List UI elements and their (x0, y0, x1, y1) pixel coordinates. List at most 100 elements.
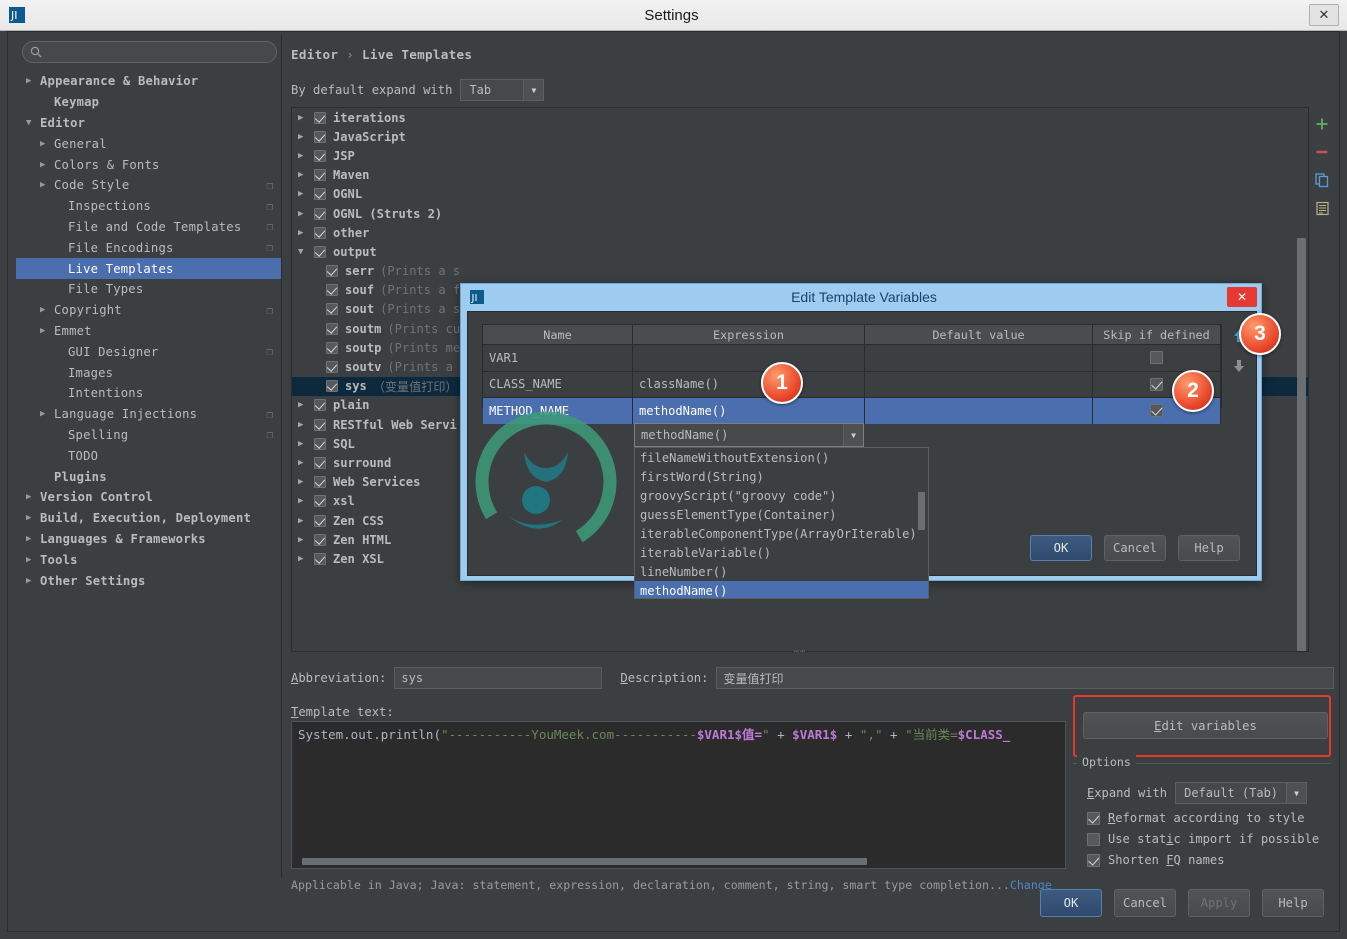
template-checkbox[interactable] (314, 419, 326, 431)
chevron-right-icon[interactable]: ▶ (298, 228, 314, 238)
sidebar-item-gui-designer[interactable]: GUI Designer❐ (16, 341, 281, 362)
sidebar-item-other-settings[interactable]: ▶Other Settings (16, 570, 281, 591)
template-checkbox[interactable] (314, 150, 326, 162)
chevron-right-icon[interactable]: ▶ (298, 400, 314, 410)
panel-splitter[interactable]: ⋯⋯ (291, 648, 1309, 656)
chevron-right-icon[interactable]: ▶ (298, 420, 314, 430)
template-checkbox[interactable] (314, 169, 326, 181)
variable-default-value[interactable] (865, 398, 1093, 424)
template-checkbox[interactable] (314, 246, 326, 258)
template-checkbox[interactable] (314, 515, 326, 527)
chevron-right-icon[interactable]: ▶ (26, 576, 40, 586)
dialog-ok-button[interactable]: OK (1030, 535, 1092, 561)
template-checkbox[interactable] (326, 342, 338, 354)
sidebar-item-languages-frameworks[interactable]: ▶Languages & Frameworks (16, 529, 281, 550)
chevron-right-icon[interactable]: ▶ (26, 555, 40, 565)
variable-name[interactable]: METHOD_NAME (483, 398, 633, 424)
template-checkbox[interactable] (326, 265, 338, 277)
copy-settings-icon[interactable]: ❐ (259, 200, 281, 213)
chevron-right-icon[interactable]: ▶ (298, 477, 314, 487)
template-checkbox[interactable] (314, 476, 326, 488)
help-button[interactable]: Help (1262, 889, 1324, 917)
sidebar-item-live-templates[interactable]: Live Templates (16, 258, 281, 279)
chevron-right-icon[interactable]: ▶ (298, 132, 314, 142)
remove-icon[interactable] (1313, 143, 1331, 161)
chevron-right-icon[interactable]: ▶ (298, 151, 314, 161)
chevron-right-icon[interactable]: ▶ (298, 496, 314, 506)
chevron-right-icon[interactable]: ▶ (40, 305, 54, 315)
chevron-right-icon[interactable]: ▶ (40, 180, 54, 190)
search-box[interactable] (22, 41, 277, 63)
dialog-cancel-button[interactable]: Cancel (1104, 535, 1166, 561)
abbreviation-input[interactable]: sys (394, 667, 602, 689)
template-checkbox[interactable] (326, 303, 338, 315)
skip-if-defined-checkbox[interactable] (1150, 378, 1163, 391)
ok-button[interactable]: OK (1040, 889, 1102, 917)
template-row[interactable]: serr(Prints a s (292, 262, 1308, 281)
description-input[interactable]: 变量值打印 (716, 667, 1334, 689)
template-row[interactable]: ▼output (292, 242, 1308, 261)
copy-settings-icon[interactable]: ❐ (259, 428, 281, 441)
sidebar-item-editor[interactable]: ▼Editor (16, 113, 281, 134)
sidebar-item-plugins[interactable]: Plugins (16, 466, 281, 487)
chevron-right-icon[interactable]: ▶ (40, 160, 54, 170)
template-checkbox[interactable] (314, 188, 326, 200)
sidebar-item-version-control[interactable]: ▶Version Control (16, 487, 281, 508)
template-row[interactable]: ▶iterations (292, 108, 1308, 127)
chevron-right-icon[interactable]: ▶ (298, 189, 314, 199)
chevron-down-icon[interactable]: ▼ (843, 424, 863, 446)
template-checkbox[interactable] (326, 380, 338, 392)
sidebar-item-inspections[interactable]: Inspections❐ (16, 196, 281, 217)
sidebar-item-file-encodings[interactable]: File Encodings❐ (16, 237, 281, 258)
sidebar-item-colors-fonts[interactable]: ▶Colors & Fonts (16, 154, 281, 175)
variable-default-value[interactable] (865, 345, 1093, 371)
sidebar-item-appearance-behavior[interactable]: ▶Appearance & Behavior (16, 71, 281, 92)
search-input[interactable] (47, 42, 267, 62)
template-row[interactable]: ▶Maven (292, 166, 1308, 185)
sidebar-item-tools[interactable]: ▶Tools (16, 549, 281, 570)
dropdown-scrollbar[interactable] (918, 492, 925, 530)
chevron-right-icon[interactable]: ▶ (298, 170, 314, 180)
dropdown-item[interactable]: fileNameWithoutExtension() (635, 448, 928, 467)
sidebar-item-keymap[interactable]: Keymap (16, 92, 281, 113)
template-checkbox[interactable] (314, 112, 326, 124)
document-icon[interactable] (1313, 199, 1331, 217)
template-checkbox[interactable] (314, 553, 326, 565)
skip-if-defined-checkbox[interactable] (1150, 351, 1163, 364)
dropdown-item[interactable]: iterableVariable() (635, 543, 928, 562)
template-checkbox[interactable] (314, 227, 326, 239)
copy-settings-icon[interactable]: ❐ (259, 241, 281, 254)
chevron-down-icon[interactable]: ▼ (298, 247, 314, 257)
variable-name[interactable]: CLASS_NAME (483, 372, 633, 398)
chevron-right-icon[interactable]: ▶ (298, 113, 314, 123)
template-checkbox[interactable] (314, 495, 326, 507)
sidebar-item-spelling[interactable]: Spelling❐ (16, 425, 281, 446)
variable-row[interactable]: CLASS_NAMEclassName() (483, 371, 1221, 398)
variable-row[interactable]: METHOD_NAMEmethodName() (483, 397, 1221, 424)
template-row[interactable]: ▶OGNL (292, 185, 1308, 204)
option-use-static-import-if-possible[interactable]: Use static import if possible (1087, 832, 1331, 846)
dropdown-item[interactable]: lineNumber() (635, 562, 928, 581)
sidebar-item-build-execution-deployment[interactable]: ▶Build, Execution, Deployment (16, 508, 281, 529)
default-expand-dropdown[interactable]: Tab ▼ (460, 79, 544, 101)
template-checkbox[interactable] (314, 438, 326, 450)
dropdown-item[interactable]: methodName() (635, 581, 928, 599)
dialog-help-button[interactable]: Help (1178, 535, 1240, 561)
template-checkbox[interactable] (314, 399, 326, 411)
chevron-right-icon[interactable]: ▶ (298, 554, 314, 564)
chevron-right-icon[interactable]: ▶ (298, 458, 314, 468)
expression-dropdown-list[interactable]: fileNameWithoutExtension()firstWord(Stri… (634, 447, 929, 599)
template-checkbox[interactable] (326, 361, 338, 373)
copy-settings-icon[interactable]: ❐ (259, 345, 281, 358)
variable-expression[interactable]: className() (633, 372, 865, 398)
chevron-right-icon[interactable]: ▶ (26, 76, 40, 86)
option-reformat-according-to-style[interactable]: Reformat according to style (1087, 811, 1331, 825)
template-checkbox[interactable] (326, 323, 338, 335)
chevron-right-icon[interactable]: ▶ (298, 209, 314, 219)
chevron-right-icon[interactable]: ▶ (298, 516, 314, 526)
sidebar-item-todo[interactable]: TODO (16, 445, 281, 466)
variable-row[interactable]: VAR1 (483, 344, 1221, 371)
chevron-right-icon[interactable]: ▶ (298, 439, 314, 449)
variable-default-value[interactable] (865, 372, 1093, 398)
templates-scrollbar[interactable] (1297, 238, 1306, 652)
